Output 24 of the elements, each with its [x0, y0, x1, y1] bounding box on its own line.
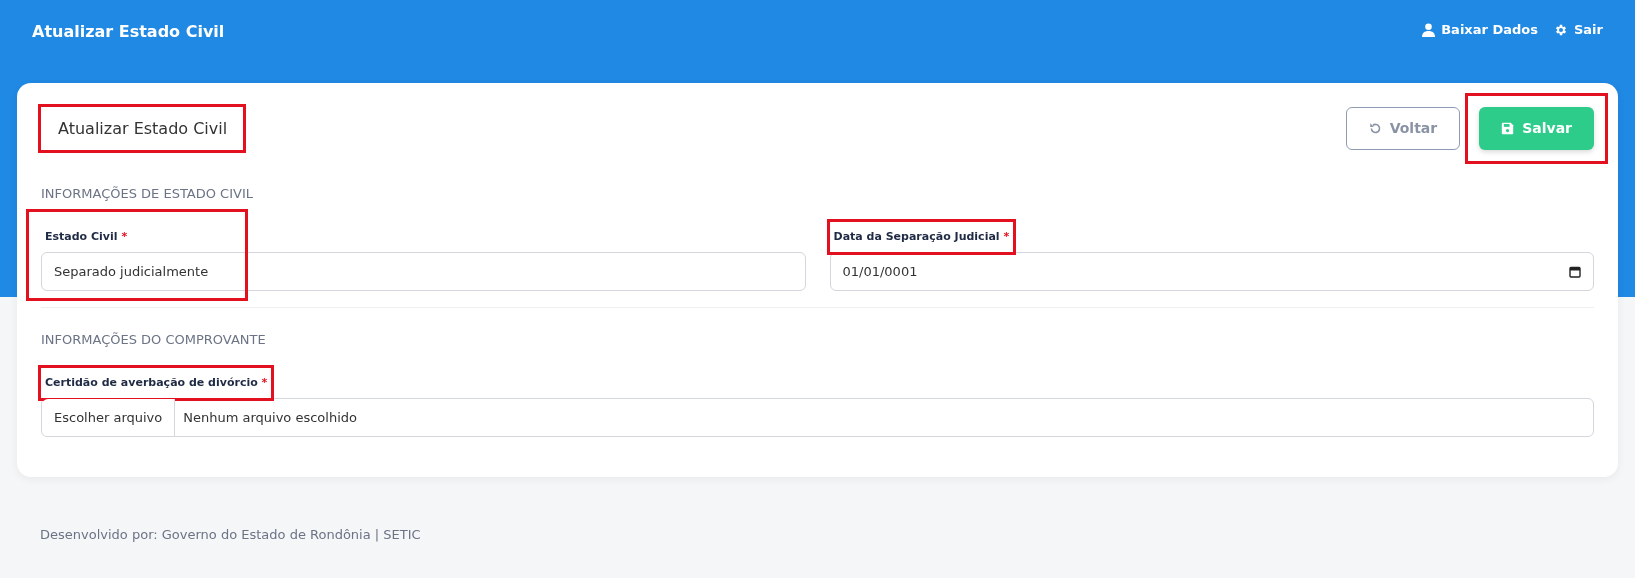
calendar-icon[interactable]	[1569, 265, 1581, 278]
save-icon	[1501, 122, 1515, 135]
file-status: Nenhum arquivo escolhido	[182, 408, 358, 427]
field-label: Estado Civil *	[44, 228, 129, 245]
user-icon	[1422, 22, 1436, 37]
field-label: Certidão de averbação de divórcio *	[41, 367, 272, 399]
page-title: Atualizar Estado Civil	[32, 21, 225, 43]
field-label: Data da Separação Judicial *	[829, 221, 1014, 253]
section-heading: INFORMAÇÕES DO COMPROVANTE	[41, 331, 267, 350]
choose-file-button[interactable]: Escolher arquivo	[42, 399, 176, 437]
settings-icon	[1554, 22, 1568, 37]
select-field[interactable]: Separado judicialmente	[41, 252, 806, 292]
required-mark: *	[261, 375, 268, 389]
date-field[interactable]: 01/01/0001	[829, 252, 1594, 292]
file-input[interactable]: Escolher arquivo Nenhum arquivo escolhido	[41, 398, 1594, 438]
undo-icon	[1368, 122, 1382, 135]
section-heading: INFORMAÇÕES DE ESTADO CIVIL	[41, 185, 254, 204]
footer-text: Desenvolvido por: Governo do Estado de Rondônia | SETIC	[39, 526, 422, 545]
required-mark: *	[121, 229, 128, 243]
date-value: 01/01/0001	[842, 262, 918, 281]
required-mark: *	[1003, 229, 1010, 243]
nav-link[interactable]: Sair	[1554, 20, 1603, 40]
card-title: Atualizar Estado Civil	[41, 107, 244, 151]
nav-link[interactable]: Baixar Dados	[1422, 20, 1538, 40]
